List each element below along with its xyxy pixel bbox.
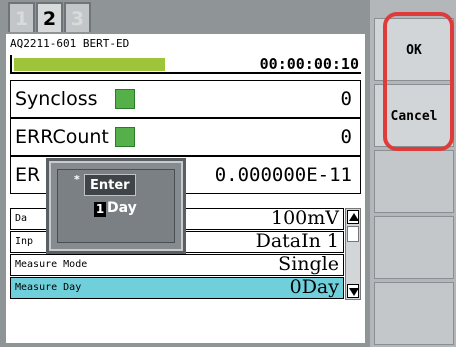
syncloss-value: 0 bbox=[340, 88, 352, 110]
softkey-3[interactable] bbox=[374, 150, 454, 213]
arrow-down-icon bbox=[349, 288, 359, 296]
syncloss-label: Syncloss bbox=[15, 88, 98, 110]
softkey-5[interactable] bbox=[374, 282, 454, 345]
param-row-measure-day[interactable]: Measure Day 0Day bbox=[10, 276, 344, 299]
param-label: Measure Mode bbox=[15, 259, 88, 270]
entry-unit: Day bbox=[107, 200, 137, 216]
param-value: 0Day bbox=[289, 276, 339, 298]
scrollbar-thumb[interactable] bbox=[347, 226, 359, 242]
errcount-value: 0 bbox=[340, 126, 352, 148]
tab-1[interactable]: 1 bbox=[8, 2, 35, 32]
error-rate-label: ER bbox=[15, 164, 41, 186]
param-scrollbar[interactable] bbox=[345, 208, 361, 300]
module-title: AQ2211-601 BERT-ED bbox=[10, 37, 130, 50]
param-label: Da bbox=[15, 213, 28, 224]
param-value: DataIn 1 bbox=[255, 230, 339, 252]
elapsed-timer: 00:00:00:10 bbox=[259, 55, 359, 73]
tab-bar: 1 2 3 bbox=[8, 2, 92, 34]
param-label: Inp bbox=[15, 236, 34, 247]
entry-digit-cursor[interactable]: 1 bbox=[94, 202, 106, 217]
ok-button[interactable]: OK bbox=[374, 18, 454, 81]
enter-title: Enter bbox=[84, 174, 136, 196]
syncloss-indicator bbox=[115, 89, 135, 109]
param-label: Measure Day bbox=[15, 282, 82, 293]
error-rate-value: 0.000000E-11 bbox=[214, 164, 352, 186]
enter-popup-body: * Enter 1 Day bbox=[57, 169, 175, 243]
param-value: 100mV bbox=[270, 207, 339, 229]
param-value: Single bbox=[278, 253, 339, 275]
syncloss-row: Syncloss 0 bbox=[10, 80, 361, 118]
tab-2[interactable]: 2 bbox=[36, 2, 63, 32]
cancel-button[interactable]: Cancel bbox=[374, 84, 454, 147]
scroll-up-button[interactable] bbox=[347, 210, 359, 224]
errcount-indicator bbox=[115, 127, 135, 147]
scroll-down-button[interactable] bbox=[347, 284, 359, 298]
popup-marker: * bbox=[74, 173, 80, 186]
errcount-row: ERRCount 0 bbox=[10, 118, 361, 156]
tab-3[interactable]: 3 bbox=[64, 2, 91, 32]
softkey-panel: OK Cancel bbox=[370, 0, 456, 347]
arrow-up-icon bbox=[349, 213, 359, 221]
timer-row: 00:00:00:10 bbox=[10, 55, 361, 74]
measurement-progress-bar bbox=[14, 58, 165, 71]
main-panel: 1 2 3 AQ2211-601 BERT-ED 00:00:00:10 Syn… bbox=[0, 0, 370, 347]
softkey-4[interactable] bbox=[374, 216, 454, 279]
enter-popup: * Enter 1 Day bbox=[46, 158, 186, 254]
errcount-label: ERRCount bbox=[15, 126, 109, 148]
param-row-measure-mode[interactable]: Measure Mode Single bbox=[10, 253, 344, 276]
